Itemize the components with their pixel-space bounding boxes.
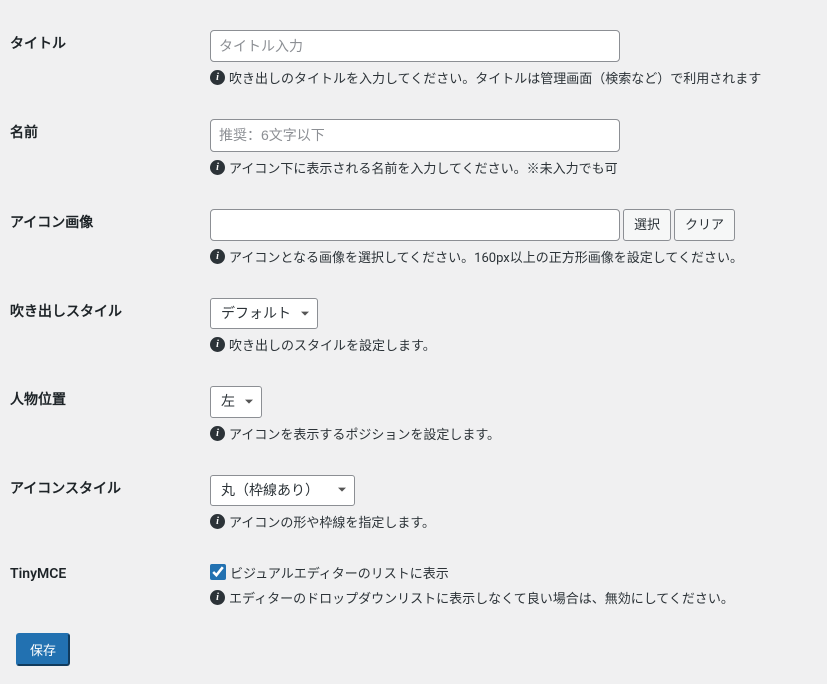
info-icon: i [210,337,225,352]
icon-style-select[interactable]: 丸（枠線あり） [210,475,355,506]
info-icon: i [210,514,225,529]
info-icon: i [210,249,225,264]
position-label: 人物位置 [10,374,210,462]
position-select[interactable]: 左 [210,386,262,417]
title-input[interactable] [210,30,620,62]
icon-image-description: i アイコンとなる画像を選択してください。160px以上の正方形画像を設定してく… [210,247,807,266]
name-input[interactable] [210,119,620,151]
tinymce-label: TinyMCE [10,551,210,627]
balloon-style-description: i 吹き出しのスタイルを設定します。 [210,335,807,354]
tinymce-checkbox-label: ビジュアルエディターのリストに表示 [230,563,449,582]
balloon-style-select[interactable]: デフォルト [210,298,318,329]
icon-style-description: i アイコンの形や枠線を指定します。 [210,512,807,531]
icon-style-label: アイコンスタイル [10,463,210,551]
clear-image-button[interactable]: クリア [674,209,735,240]
icon-image-label: アイコン画像 [10,197,210,286]
info-icon: i [210,160,225,175]
balloon-style-label: 吹き出しスタイル [10,286,210,374]
title-description: i 吹き出しのタイトルを入力してください。タイトルは管理画面（検索など）で利用さ… [210,68,807,87]
tinymce-checkbox[interactable] [210,564,226,580]
name-description: i アイコン下に表示される名前を入力してください。※未入力でも可 [210,158,807,177]
title-label: タイトル [10,18,210,107]
position-description: i アイコンを表示するポジションを設定します。 [210,424,807,443]
settings-form-table: タイトル i 吹き出しのタイトルを入力してください。タイトルは管理画面（検索など… [10,18,817,627]
name-label: 名前 [10,107,210,196]
info-icon: i [210,426,225,441]
tinymce-description: i エディターのドロップダウンリストに表示しなくて良い場合は、無効にしてください… [210,588,807,607]
icon-image-input[interactable] [210,209,620,241]
save-button[interactable]: 保存 [16,633,70,666]
info-icon: i [210,70,225,85]
select-image-button[interactable]: 選択 [623,209,671,240]
info-icon: i [210,590,225,605]
